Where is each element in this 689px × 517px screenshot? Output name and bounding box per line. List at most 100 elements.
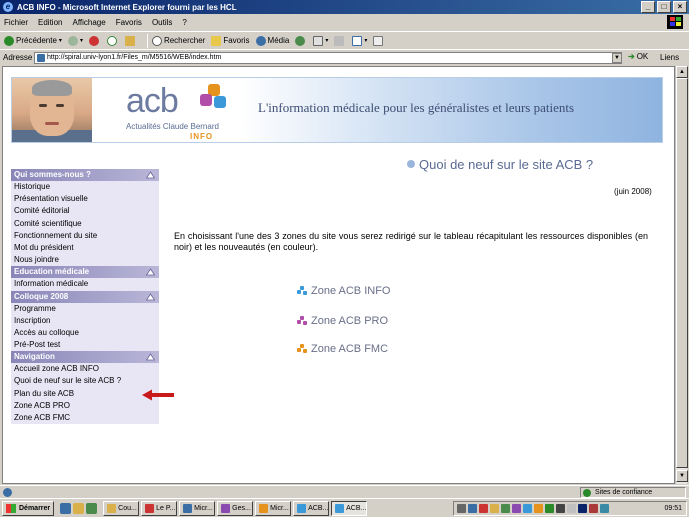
refresh-icon xyxy=(106,35,117,46)
sidebar-item-comite-editorial[interactable]: Comité éditorial xyxy=(11,205,159,217)
maximize-button[interactable]: □ xyxy=(657,1,671,13)
back-dropdown-icon[interactable]: ▾ xyxy=(59,37,62,44)
sidebar-item-comite-scientifique[interactable]: Comité scientifique xyxy=(11,218,159,230)
scroll-down-icon[interactable]: ▼ xyxy=(676,470,688,482)
sidebar-item-mot-du-president[interactable]: Mot du président xyxy=(11,242,159,254)
task-button-3[interactable]: Micr... xyxy=(179,500,216,516)
sidebar-item-programme[interactable]: Programme xyxy=(11,303,159,315)
sidebar-item-information-medicale[interactable]: Information médicale xyxy=(11,278,159,290)
sidebar-section-qui-sommes-nous[interactable]: Qui sommes-nous ? xyxy=(11,169,159,181)
tray-icon[interactable] xyxy=(567,504,576,513)
tray-icon[interactable] xyxy=(490,504,499,513)
edit-button[interactable]: ▾ xyxy=(352,35,367,46)
tray-icon[interactable] xyxy=(578,504,587,513)
sidebar-item-plan-du-site[interactable]: Plan du site ACB xyxy=(11,388,159,400)
collapse-icon[interactable] xyxy=(146,353,155,361)
favorites-label: Favoris xyxy=(223,36,250,45)
tray-clock[interactable]: 09:51 xyxy=(664,505,682,512)
task-button-6[interactable]: ACB... xyxy=(293,500,330,516)
menu-outils[interactable]: Outils xyxy=(152,18,172,27)
tray-icon[interactable] xyxy=(457,504,466,513)
zone-acb-pro-link[interactable]: Zone ACB PRO xyxy=(297,315,388,327)
sidebar-item-presentation-visuelle[interactable]: Présentation visuelle xyxy=(11,193,159,205)
mail-dropdown-icon[interactable]: ▾ xyxy=(325,37,328,44)
sidebar-item-nous-joindre[interactable]: Nous joindre xyxy=(11,254,159,266)
tray-icon[interactable] xyxy=(556,504,565,513)
back-arrow-icon xyxy=(4,35,14,46)
scroll-up-icon[interactable]: ▲ xyxy=(676,66,688,78)
tray-icon[interactable] xyxy=(501,504,510,513)
forward-arrow-icon xyxy=(67,35,78,46)
home-button[interactable] xyxy=(124,35,137,46)
task-button-2[interactable]: Le P... xyxy=(141,500,178,516)
task-button-7[interactable]: ACB... xyxy=(331,500,368,516)
menu-favoris[interactable]: Favoris xyxy=(116,18,142,27)
task-button-5[interactable]: Micr... xyxy=(255,500,292,516)
tray-icon[interactable] xyxy=(589,504,598,513)
scroll-thumb[interactable] xyxy=(676,78,688,468)
media-button[interactable]: Média xyxy=(255,35,289,46)
menu-help[interactable]: ? xyxy=(182,18,186,27)
search-button[interactable]: Rechercher xyxy=(151,35,205,46)
task-button-1[interactable]: Cou... xyxy=(103,500,140,516)
tray-icon[interactable] xyxy=(600,504,609,513)
menu-edition[interactable]: Edition xyxy=(38,18,62,27)
toolbar: Précédente ▾ ▾ Rechercher Favoris Média … xyxy=(0,31,689,49)
sidebar-item-quoi-de-neuf[interactable]: Quoi de neuf sur le site ACB ? xyxy=(11,375,159,387)
close-button[interactable]: × xyxy=(673,1,687,13)
tray-icon[interactable] xyxy=(468,504,477,513)
task-button-4[interactable]: Ges... xyxy=(217,500,254,516)
ie-quicklaunch-icon[interactable] xyxy=(60,502,72,514)
sidebar-item-pre-post-test[interactable]: Pré-Post test xyxy=(11,339,159,351)
zone-label: Zone ACB INFO xyxy=(311,285,391,297)
sidebar-section-colloque-2008[interactable]: Colloque 2008 xyxy=(11,290,159,303)
discuss-button[interactable] xyxy=(373,35,385,46)
sidebar-item-zone-acb-fmc[interactable]: Zone ACB FMC xyxy=(11,412,159,424)
refresh-button[interactable] xyxy=(106,35,119,46)
back-button[interactable]: Précédente ▾ xyxy=(4,35,62,46)
forward-dropdown-icon[interactable]: ▾ xyxy=(80,37,83,44)
address-url: http://spiral.univ-lyon1.fr/Files_m/M551… xyxy=(47,54,222,61)
collapse-icon[interactable] xyxy=(146,268,155,276)
go-button[interactable]: ➔ OK xyxy=(628,52,648,61)
zone-acb-fmc-link[interactable]: Zone ACB FMC xyxy=(297,343,388,355)
section-title: Qui sommes-nous ? xyxy=(14,170,91,179)
go-arrow-icon: ➔ xyxy=(628,52,635,61)
menu-affichage[interactable]: Affichage xyxy=(72,18,105,27)
history-button[interactable] xyxy=(295,35,307,46)
address-input[interactable]: http://spiral.univ-lyon1.fr/Files_m/M551… xyxy=(34,52,622,64)
tray-icon[interactable] xyxy=(545,504,554,513)
sidebar-item-fonctionnement[interactable]: Fonctionnement du site xyxy=(11,230,159,242)
tray-icon[interactable] xyxy=(534,504,543,513)
zone-acb-info-link[interactable]: Zone ACB INFO xyxy=(297,285,390,297)
collapse-icon[interactable] xyxy=(146,171,155,179)
sidebar-section-navigation[interactable]: Navigation xyxy=(11,351,159,364)
favorites-button[interactable]: Favoris xyxy=(211,35,250,46)
sidebar-item-zone-acb-pro[interactable]: Zone ACB PRO xyxy=(11,400,159,412)
tray-icon[interactable] xyxy=(479,504,488,513)
print-button[interactable] xyxy=(334,35,346,46)
tray-icon[interactable] xyxy=(512,504,521,513)
mail-button[interactable]: ▾ xyxy=(313,35,328,46)
forward-button[interactable]: ▾ xyxy=(67,35,83,46)
acb-logo-info: INFO xyxy=(190,132,214,141)
address-dropdown-icon[interactable]: ▼ xyxy=(612,53,622,63)
update-date: (juin 2008) xyxy=(614,187,652,196)
vertical-scrollbar[interactable]: ▲ ▼ xyxy=(675,66,688,484)
folder-quicklaunch-icon[interactable] xyxy=(73,502,85,514)
sidebar-item-historique[interactable]: Historique xyxy=(11,181,159,193)
app-quicklaunch-icon[interactable] xyxy=(86,502,98,514)
tray-icon[interactable] xyxy=(523,504,532,513)
sidebar-item-accueil-acb-info[interactable]: Accueil zone ACB INFO xyxy=(11,363,159,375)
sidebar-item-acces-colloque[interactable]: Accès au colloque xyxy=(11,327,159,339)
menu-fichier[interactable]: Fichier xyxy=(4,18,28,27)
minimize-button[interactable]: _ xyxy=(641,1,655,13)
stop-button[interactable] xyxy=(88,35,101,46)
collapse-icon[interactable] xyxy=(146,292,155,301)
word-edit-icon xyxy=(352,35,363,46)
edit-dropdown-icon[interactable]: ▾ xyxy=(364,37,367,44)
start-button[interactable]: Démarrer xyxy=(2,500,55,516)
sidebar-item-inscription[interactable]: Inscription xyxy=(11,315,159,327)
sidebar-section-education-medicale[interactable]: Education médicale xyxy=(11,266,159,279)
links-button[interactable]: Liens xyxy=(660,53,679,62)
